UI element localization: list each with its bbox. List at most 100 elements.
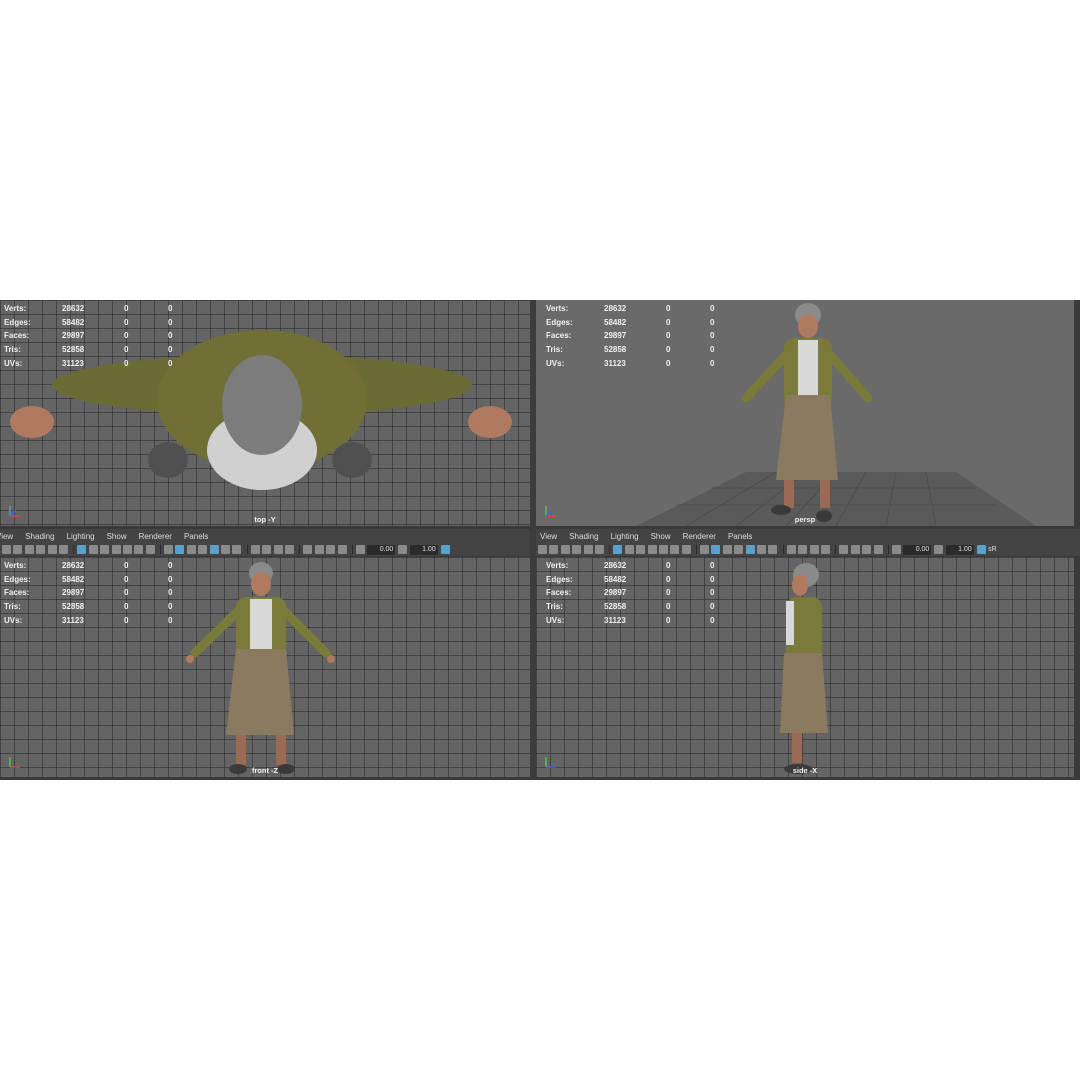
xray-components-icon[interactable] bbox=[873, 545, 883, 554]
hud-row-tris: Tris: 52858 0 0 bbox=[546, 602, 715, 612]
hud-row-uvs: UVs: 31123 0 0 bbox=[4, 615, 173, 625]
color-space-label[interactable]: sR bbox=[988, 546, 997, 553]
menu-lighting[interactable]: Lighting bbox=[67, 532, 95, 541]
camera-attributes-icon[interactable] bbox=[549, 545, 559, 554]
panel-menu-bar-right: View Shading Lighting Show Renderer Pane… bbox=[536, 529, 1080, 543]
xray-icon[interactable] bbox=[314, 545, 324, 554]
exposure-field[interactable]: 0.00 bbox=[903, 544, 932, 555]
camera-label: side -X bbox=[792, 766, 818, 775]
axis-gizmo-icon bbox=[9, 506, 20, 517]
wireframe-icon[interactable] bbox=[164, 545, 174, 554]
camera-icon[interactable] bbox=[2, 545, 11, 554]
menu-panels[interactable]: Panels bbox=[184, 532, 208, 541]
menu-shading[interactable]: Shading bbox=[569, 532, 598, 541]
camera-attributes-icon[interactable] bbox=[13, 545, 23, 554]
grease-pencil-icon[interactable] bbox=[47, 545, 57, 554]
camera-label: top -Y bbox=[254, 515, 276, 524]
safe-action-icon[interactable] bbox=[134, 545, 144, 554]
film-gate-icon[interactable] bbox=[88, 545, 98, 554]
toolbar-separator-icon bbox=[160, 545, 162, 554]
multisample-icon[interactable] bbox=[809, 545, 819, 554]
menu-panels[interactable]: Panels bbox=[728, 532, 752, 541]
wireframe-on-shaded-icon[interactable] bbox=[198, 545, 208, 554]
viewport-front[interactable]: Verts: 28632 0 0 Edges: 58482 0 0 Faces: 29897 0… bbox=[0, 557, 530, 777]
shadows-icon[interactable] bbox=[232, 545, 242, 554]
hud-row-uvs: UVs: 31123 0 0 bbox=[546, 358, 715, 368]
gamma-field[interactable]: 1.00 bbox=[409, 544, 438, 555]
smooth-shade-icon[interactable] bbox=[711, 545, 721, 554]
viewport-top[interactable]: Verts: 28632 0 0 Edges: 58482 0 0 Faces: 29897 0… bbox=[0, 300, 530, 526]
hud-row-edges: Edges: 58482 0 0 bbox=[4, 317, 173, 327]
shadows-icon[interactable] bbox=[768, 545, 778, 554]
default-material-icon[interactable] bbox=[722, 545, 732, 554]
pan-zoom-icon[interactable] bbox=[594, 545, 604, 554]
color-management-icon[interactable] bbox=[976, 545, 986, 554]
viewport-side[interactable]: Verts: 28632 0 0 Edges: 58482 0 0 Faces: 29897 0… bbox=[536, 557, 1074, 777]
poly-count-hud: Verts: 28632 0 0 Edges: 58482 0 0 Faces: 29897 0… bbox=[546, 559, 730, 627]
exposure-icon[interactable] bbox=[355, 545, 365, 554]
textured-icon[interactable] bbox=[745, 545, 755, 554]
hud-row-tris: Tris: 52858 0 0 bbox=[4, 602, 173, 612]
exposure-field[interactable]: 0.00 bbox=[367, 544, 396, 555]
wireframe-icon[interactable] bbox=[700, 545, 710, 554]
menu-renderer[interactable]: Renderer bbox=[683, 532, 716, 541]
lights-icon[interactable] bbox=[221, 545, 231, 554]
hud-row-uvs: UVs: 31123 0 0 bbox=[4, 358, 173, 368]
ambient-occlusion-icon[interactable] bbox=[786, 545, 796, 554]
safe-action-icon[interactable] bbox=[670, 545, 680, 554]
bookmark-icon[interactable] bbox=[560, 545, 570, 554]
menu-lighting[interactable]: Lighting bbox=[611, 532, 639, 541]
image-plane-icon[interactable] bbox=[36, 545, 46, 554]
depth-of-field-icon[interactable] bbox=[284, 545, 294, 554]
menu-show[interactable]: Show bbox=[651, 532, 671, 541]
depth-of-field-icon[interactable] bbox=[820, 545, 830, 554]
multisample-icon[interactable] bbox=[273, 545, 283, 554]
menu-view[interactable]: View bbox=[540, 532, 557, 541]
field-chart-icon[interactable] bbox=[122, 545, 132, 554]
toolbar-separator-icon bbox=[835, 545, 837, 554]
isolate-select-icon[interactable] bbox=[303, 545, 313, 554]
lights-icon[interactable] bbox=[757, 545, 767, 554]
grid-icon[interactable] bbox=[77, 545, 87, 554]
film-gate-icon[interactable] bbox=[624, 545, 634, 554]
menu-show[interactable]: Show bbox=[107, 532, 127, 541]
xray-components-icon[interactable] bbox=[337, 545, 347, 554]
poly-count-hud: Verts: 28632 0 0 Edges: 58482 0 0 Faces: 29897 0… bbox=[546, 302, 730, 370]
grease-pencil-icon[interactable] bbox=[583, 545, 593, 554]
textured-icon[interactable] bbox=[209, 545, 219, 554]
exposure-icon[interactable] bbox=[891, 545, 901, 554]
menu-shading[interactable]: Shading bbox=[25, 532, 54, 541]
gate-mask-icon[interactable] bbox=[647, 545, 657, 554]
hud-row-uvs: UVs: 31123 0 0 bbox=[546, 615, 715, 625]
menu-renderer[interactable]: Renderer bbox=[139, 532, 172, 541]
image-plane-icon[interactable] bbox=[572, 545, 582, 554]
viewport-persp[interactable]: Verts: 28632 0 0 Edges: 58482 0 0 Faces: 29897 0… bbox=[536, 300, 1074, 526]
hud-row-verts: Verts: 28632 0 0 bbox=[4, 561, 173, 571]
grid-icon[interactable] bbox=[613, 545, 623, 554]
xray-icon[interactable] bbox=[850, 545, 860, 554]
isolate-select-icon[interactable] bbox=[839, 545, 849, 554]
gamma-icon[interactable] bbox=[934, 545, 944, 554]
pan-zoom-icon[interactable] bbox=[58, 545, 68, 554]
motion-blur-icon[interactable] bbox=[262, 545, 272, 554]
field-chart-icon[interactable] bbox=[658, 545, 668, 554]
gamma-field[interactable]: 1.00 bbox=[945, 544, 974, 555]
color-management-icon[interactable] bbox=[440, 545, 450, 554]
camera-icon[interactable] bbox=[538, 545, 547, 554]
smooth-shade-icon[interactable] bbox=[175, 545, 185, 554]
menu-view[interactable]: View bbox=[0, 532, 13, 541]
motion-blur-icon[interactable] bbox=[798, 545, 808, 554]
panel-toolbar-left: 0.00 1.00 bbox=[0, 543, 530, 556]
resolution-gate-icon[interactable] bbox=[100, 545, 110, 554]
gamma-icon[interactable] bbox=[398, 545, 408, 554]
wireframe-on-shaded-icon[interactable] bbox=[734, 545, 744, 554]
safe-title-icon[interactable] bbox=[145, 545, 155, 554]
bookmark-icon[interactable] bbox=[24, 545, 34, 554]
gate-mask-icon[interactable] bbox=[111, 545, 121, 554]
ambient-occlusion-icon[interactable] bbox=[250, 545, 260, 554]
xray-joints-icon[interactable] bbox=[326, 545, 336, 554]
default-material-icon[interactable] bbox=[186, 545, 196, 554]
xray-joints-icon[interactable] bbox=[862, 545, 872, 554]
safe-title-icon[interactable] bbox=[681, 545, 691, 554]
resolution-gate-icon[interactable] bbox=[636, 545, 646, 554]
